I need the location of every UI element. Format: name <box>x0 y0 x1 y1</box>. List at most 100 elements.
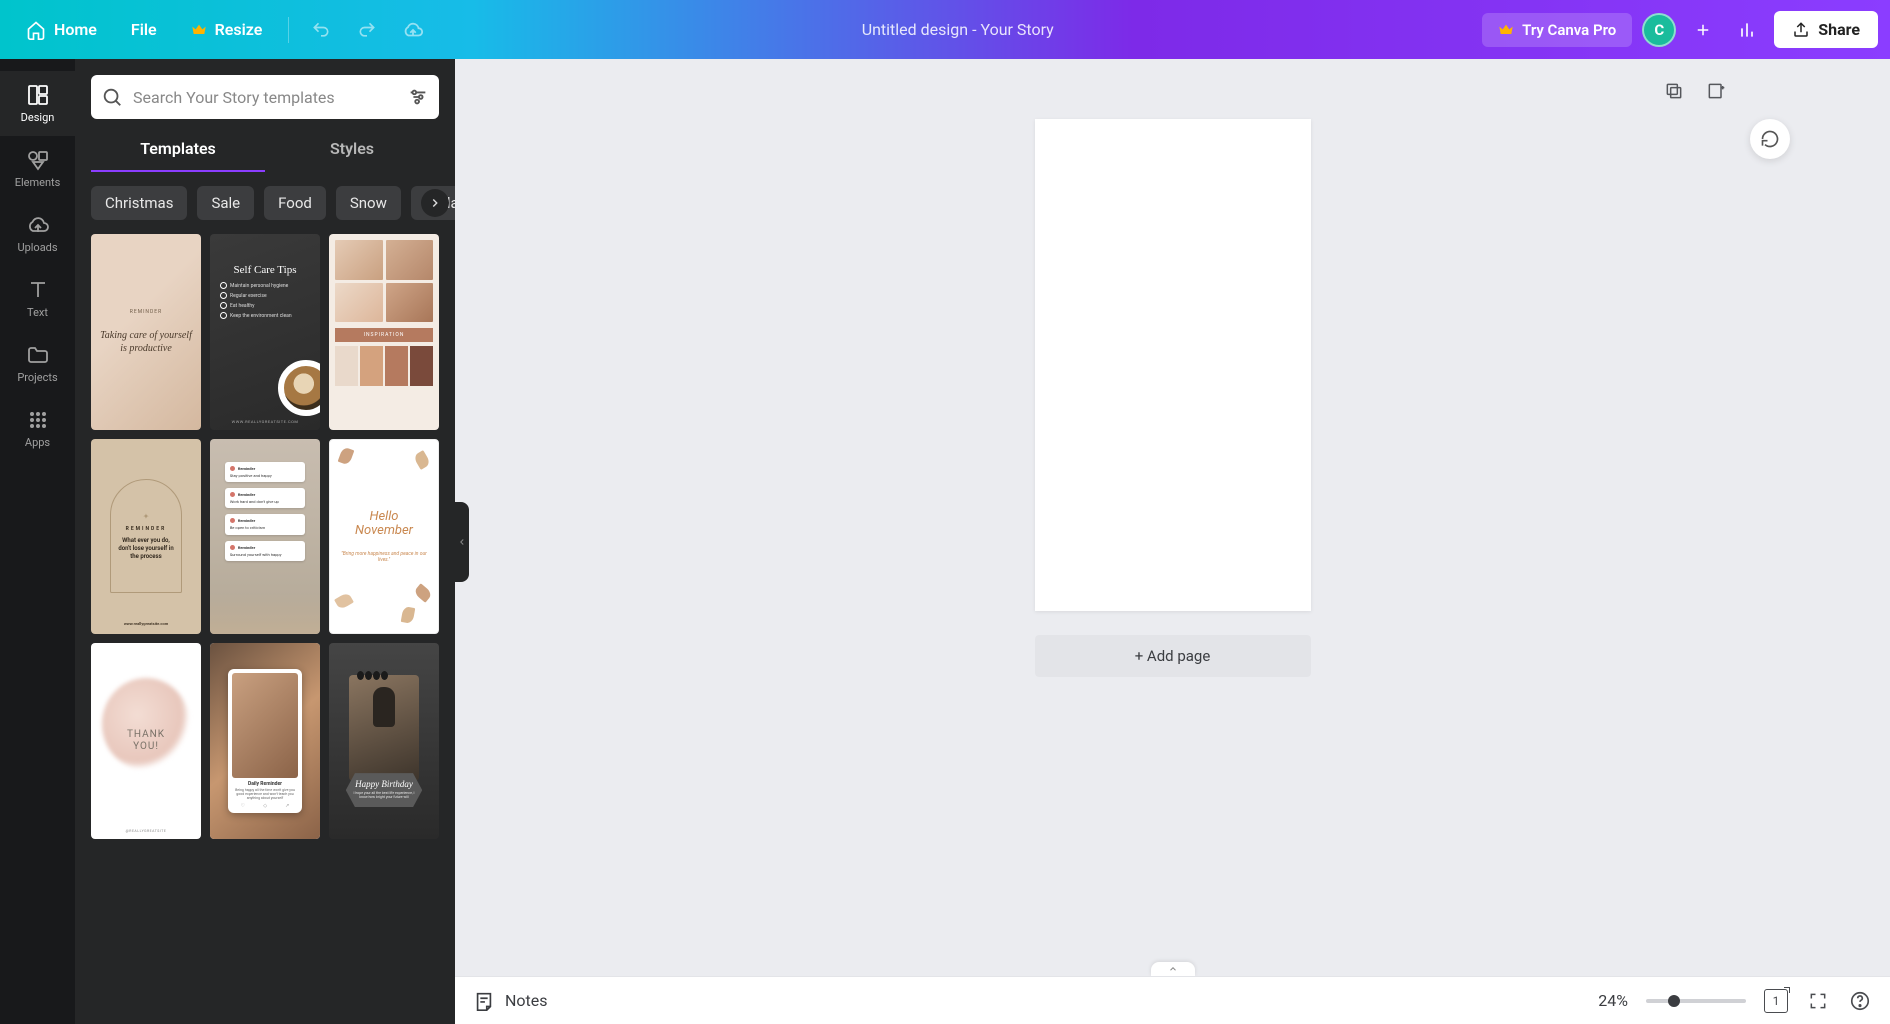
resize-button[interactable]: Resize <box>177 12 277 47</box>
photo-placeholder <box>335 283 383 323</box>
help-button[interactable] <box>1848 989 1872 1013</box>
avatar-initial: C <box>1654 21 1664 39</box>
share-icon <box>1792 21 1810 39</box>
refresh-icon <box>1760 129 1780 149</box>
divider <box>288 17 289 43</box>
zoom-value[interactable]: 24% <box>1598 991 1628 1010</box>
share-label: Share <box>1818 20 1860 39</box>
template-card[interactable]: Self Care Tips Maintain personal hygiene… <box>210 234 320 430</box>
chip-christmas[interactable]: Christmas <box>91 186 187 220</box>
main-area: Design Elements Uploads Text Projects Ap… <box>0 59 1890 1024</box>
nav-text[interactable]: Text <box>0 266 75 331</box>
coffee-image <box>278 360 320 416</box>
nav-projects[interactable]: Projects <box>0 331 75 396</box>
design-icon <box>26 83 50 107</box>
template-card[interactable]: ReminderStay positive and happy Reminder… <box>210 439 320 635</box>
page-count-button[interactable]: 1 <box>1764 989 1788 1013</box>
notes-button[interactable]: Notes <box>473 990 548 1012</box>
status-right: 24% 1 <box>1598 989 1872 1013</box>
file-menu[interactable]: File <box>117 12 171 47</box>
template-card[interactable]: INSPIRATION <box>329 234 439 430</box>
search-input[interactable] <box>133 88 397 107</box>
zoom-knob[interactable] <box>1668 995 1680 1007</box>
search-wrap <box>75 59 455 129</box>
tpl-title: THANKYOU! <box>127 729 165 753</box>
phone-icons: ♡◇↗ <box>232 803 299 809</box>
tpl-item: Maintain personal hygiene <box>220 282 310 289</box>
redo-icon <box>357 20 377 40</box>
nav-elements-label: Elements <box>15 176 61 189</box>
undo-button[interactable] <box>301 10 341 50</box>
template-card[interactable]: Daily Reminder Being happy all the time … <box>210 643 320 839</box>
chip-food[interactable]: Food <box>264 186 326 220</box>
template-card[interactable]: THANKYOU! @REALLYGREATSITE <box>91 643 201 839</box>
nav-elements[interactable]: Elements <box>0 136 75 201</box>
template-card[interactable]: Happy Birthday I hope your all the best … <box>329 643 439 839</box>
topbar-left: Home File Resize <box>12 10 433 50</box>
document-title[interactable]: Untitled design - Your Story <box>862 20 1054 39</box>
topbar-center: Untitled design - Your Story <box>433 20 1482 39</box>
page-tools <box>1660 77 1730 105</box>
nav-uploads[interactable]: Uploads <box>0 201 75 266</box>
avatar[interactable]: C <box>1642 13 1676 47</box>
notif-card: ReminderSurround yourself with happy <box>225 541 305 561</box>
undo-icon <box>311 20 331 40</box>
chevron-right-icon <box>428 196 442 210</box>
add-page-button[interactable]: + Add page <box>1035 635 1311 677</box>
add-page-icon-button[interactable] <box>1702 77 1730 105</box>
chip-snow[interactable]: Snow <box>336 186 401 220</box>
tab-styles[interactable]: Styles <box>265 129 439 172</box>
reset-view-button[interactable] <box>1750 119 1790 159</box>
canvas-scroll[interactable]: + Add page <box>455 59 1890 976</box>
template-card[interactable]: ✦ REMINDER What ever you do, don't lose … <box>91 439 201 635</box>
collapse-panel-button[interactable] <box>455 502 469 582</box>
page-count: 1 <box>1773 994 1780 1008</box>
nav-apps[interactable]: Apps <box>0 396 75 461</box>
side-panel: Templates Styles Christmas Sale Food Sno… <box>75 59 455 1024</box>
resize-label: Resize <box>215 20 263 39</box>
phone-text: Being happy all the time won't give you … <box>232 788 299 801</box>
search-box[interactable] <box>91 75 439 119</box>
duplicate-page-button[interactable] <box>1660 77 1688 105</box>
tab-templates[interactable]: Templates <box>91 129 265 172</box>
try-pro-button[interactable]: Try Canva Pro <box>1482 13 1632 47</box>
add-member-button[interactable] <box>1686 13 1720 47</box>
fullscreen-button[interactable] <box>1806 989 1830 1013</box>
chip-sale[interactable]: Sale <box>197 186 254 220</box>
canvas-inner: + Add page <box>455 59 1890 976</box>
swatch <box>410 346 433 386</box>
insights-button[interactable] <box>1730 13 1764 47</box>
folder-icon <box>26 343 50 367</box>
nav-design[interactable]: Design <box>0 71 75 136</box>
pages-drawer-handle[interactable] <box>1151 962 1195 976</box>
crown-icon <box>1498 22 1514 38</box>
notif-card: ReminderStay positive and happy <box>225 462 305 482</box>
tpl-bar: INSPIRATION <box>335 328 433 342</box>
chips-next-button[interactable] <box>421 189 449 217</box>
home-button[interactable]: Home <box>12 12 111 48</box>
templates-scroll[interactable]: REMINDER Taking care of yourself is prod… <box>75 234 455 1024</box>
redo-button[interactable] <box>347 10 387 50</box>
help-icon <box>1849 990 1871 1012</box>
swatch <box>360 346 383 386</box>
tpl-title: Happy Birthday <box>350 779 418 789</box>
phone-image <box>232 673 299 778</box>
tpl-label: REMINDER <box>126 526 167 532</box>
tpl-text: Taking care of yourself is productive <box>97 329 195 355</box>
filter-icon[interactable] <box>407 86 429 108</box>
cloud-icon <box>402 19 424 41</box>
home-label: Home <box>54 20 97 39</box>
share-button[interactable]: Share <box>1774 11 1878 48</box>
canvas-page[interactable] <box>1035 119 1311 611</box>
tpl-item: Keep the environment clean <box>220 312 310 319</box>
zoom-slider[interactable] <box>1646 999 1746 1003</box>
cloud-status[interactable] <box>393 10 433 50</box>
chevron-left-icon <box>457 535 467 549</box>
templates-grid: REMINDER Taking care of yourself is prod… <box>91 234 439 839</box>
template-card[interactable]: REMINDER Taking care of yourself is prod… <box>91 234 201 430</box>
template-card[interactable]: HelloNovember "Bring more happiness and … <box>329 439 439 635</box>
nav-projects-label: Projects <box>17 371 57 384</box>
text-icon <box>26 278 50 302</box>
canvas-area: + Add page Notes 24% 1 <box>455 59 1890 1024</box>
status-bar: Notes 24% 1 <box>455 976 1890 1024</box>
